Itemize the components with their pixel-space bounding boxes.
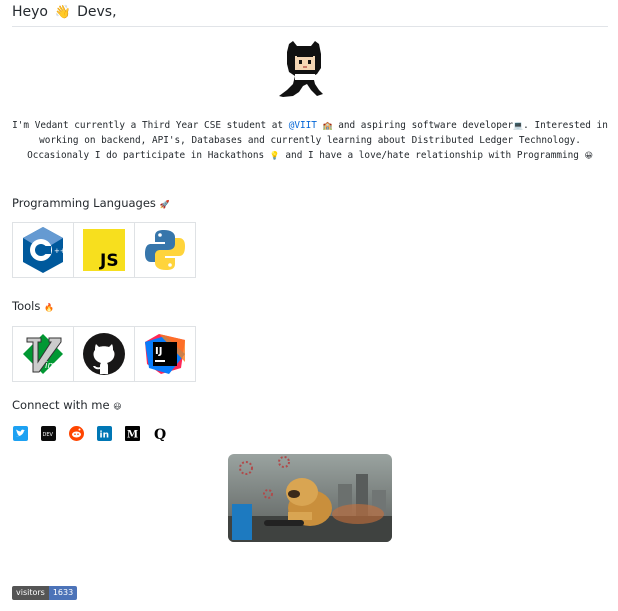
octocat-avatar-icon	[279, 41, 323, 97]
dev-logo-text: DEV	[42, 432, 53, 438]
languages-heading: Programming Languages	[12, 196, 156, 210]
bulb-icon: 💡	[269, 151, 280, 160]
github-logo-icon[interactable]	[82, 332, 126, 376]
school-icon: 🏫	[322, 121, 333, 130]
section-title-connect: Connect with me 😃	[12, 398, 122, 412]
medium-icon[interactable]: M	[124, 425, 140, 441]
linkedin-icon[interactable]: in	[96, 425, 112, 441]
js-cell: JS	[74, 223, 135, 277]
section-title-tools: Tools 🔥	[12, 299, 54, 313]
connect-heading: Connect with me	[12, 398, 110, 412]
rocket-icon: 🚀	[159, 200, 170, 209]
bio-text-2: and aspiring software developer	[332, 120, 514, 131]
visitors-badge: visitors 1633	[12, 586, 78, 600]
bio-text-4: and I have a love/hate relationship with…	[279, 150, 585, 161]
intellij-logo-icon[interactable]: IJ	[145, 334, 185, 374]
visitors-badge-label: visitors	[12, 586, 49, 600]
tools-table: im IJ	[12, 326, 196, 382]
quora-icon[interactable]: Q	[152, 425, 168, 441]
medium-logo-text: M	[127, 429, 138, 440]
twitter-icon[interactable]	[12, 425, 28, 441]
social-links: DEV in M Q	[12, 425, 168, 441]
wave-icon: 👋	[54, 4, 71, 20]
javascript-logo-icon[interactable]: JS	[83, 229, 125, 271]
cpp-cell: ++	[13, 223, 74, 277]
viit-link[interactable]: @VIIT	[289, 120, 317, 131]
quora-logo-text: Q	[154, 427, 166, 441]
python-logo-icon[interactable]	[143, 228, 187, 272]
smile-icon: 😀	[584, 151, 593, 160]
vim-cell: im	[13, 327, 74, 381]
bio-paragraph: I'm Vedant currently a Third Year CSE st…	[12, 118, 608, 163]
js-logo-text: JS	[99, 251, 119, 271]
linkedin-logo-text: in	[99, 430, 109, 440]
page-title: Heyo 👋 Devs,	[12, 4, 608, 27]
intellij-logo-text: IJ	[155, 346, 162, 357]
greeting-text: Heyo	[12, 4, 48, 20]
svg-text:++: ++	[54, 247, 65, 255]
languages-table: ++ JS	[12, 222, 196, 278]
dev-icon[interactable]: DEV	[40, 425, 56, 441]
python-cell	[135, 223, 195, 277]
fire-icon: 🔥	[44, 303, 54, 312]
dog-driving-gif-image	[228, 454, 392, 542]
reddit-icon[interactable]	[68, 425, 84, 441]
smiley-icon: 😃	[113, 402, 122, 411]
visitors-badge-count: 1633	[48, 586, 78, 600]
vim-logo-icon[interactable]: im	[21, 332, 65, 376]
tools-heading: Tools	[12, 299, 41, 313]
bio-text-1: I'm Vedant currently a Third Year CSE st…	[12, 120, 289, 131]
vim-logo-text: im	[45, 361, 57, 371]
greeting-suffix: Devs,	[77, 4, 117, 20]
laptop-icon: 💻	[513, 121, 524, 130]
section-title-languages: Programming Languages 🚀	[12, 196, 170, 210]
c++-logo-icon[interactable]: ++	[21, 226, 65, 274]
github-cell	[74, 327, 135, 381]
intellij-cell: IJ	[135, 327, 195, 381]
